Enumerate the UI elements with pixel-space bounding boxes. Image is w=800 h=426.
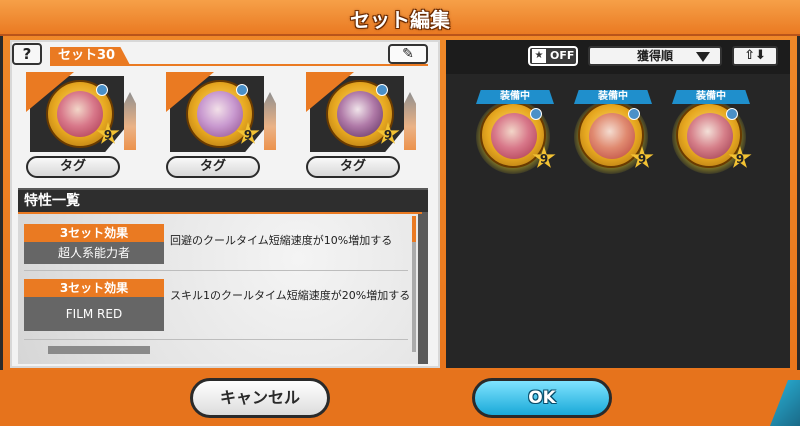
character-portrait: [197, 91, 243, 137]
attribute-badge-icon: [376, 84, 388, 96]
character-portrait: [491, 113, 537, 159]
trait-row-partial: [48, 346, 150, 354]
tag-button[interactable]: タグ: [166, 156, 260, 178]
character-portrait: [337, 91, 383, 137]
slot-arrow-decoration: [404, 92, 416, 150]
slot-arrow-decoration: [264, 92, 276, 150]
sort-order-button[interactable]: ⇧⬇: [732, 46, 778, 66]
medal-slot-3[interactable]: 9 タグ: [304, 70, 416, 182]
character-portrait: [57, 91, 103, 137]
attribute-badge-icon: [96, 84, 108, 96]
set-effect-badge: 3セット効果: [24, 224, 164, 242]
help-button[interactable]: ?: [12, 43, 42, 65]
equipped-badge: 装備中: [574, 90, 652, 104]
set-underline: [50, 64, 428, 66]
attribute-badge-icon: [236, 84, 248, 96]
pencil-icon: ✎: [402, 46, 414, 62]
ok-button[interactable]: OK: [472, 378, 612, 418]
cancel-button[interactable]: キャンセル: [190, 378, 330, 418]
medal-slot-2[interactable]: 9 タグ: [164, 70, 276, 182]
character-portrait: [589, 113, 635, 159]
slot-arrow-decoration: [124, 92, 136, 150]
owned-medal-2[interactable]: 9 装備中: [568, 86, 664, 186]
attribute-badge-icon: [726, 108, 738, 120]
set-name-label: セット30: [50, 47, 130, 65]
set-effect-badge: 3セット効果: [24, 279, 164, 297]
trait-description: スキル1のクールタイム短縮速度が20%増加する: [170, 289, 411, 302]
trait-divider: [24, 270, 408, 271]
trait-description: 回避のクールタイム短縮速度が10%増加する: [170, 234, 393, 247]
owned-medal-1[interactable]: 9 装備中: [470, 86, 566, 186]
edit-name-button[interactable]: ✎: [388, 44, 428, 64]
traits-title: 特性一覧: [18, 190, 428, 212]
medal-slot-1[interactable]: 9 タグ: [24, 70, 136, 182]
character-portrait: [687, 113, 733, 159]
bottom-bar: [0, 370, 800, 426]
equipped-badge: 装備中: [672, 90, 750, 104]
tag-button[interactable]: タグ: [26, 156, 120, 178]
trait-name: FILM RED: [24, 297, 164, 331]
dialog-title: セット編集: [350, 8, 450, 32]
star-icon: ★: [532, 49, 546, 63]
equipped-badge: 装備中: [476, 90, 554, 104]
tag-button[interactable]: タグ: [306, 156, 400, 178]
attribute-badge-icon: [530, 108, 542, 120]
trait-divider: [24, 339, 408, 340]
trait-name: 超人系能力者: [24, 242, 164, 264]
attribute-badge-icon: [628, 108, 640, 120]
scrollbar-thumb[interactable]: [412, 216, 416, 242]
owned-medal-3[interactable]: 9 装備中: [666, 86, 762, 186]
